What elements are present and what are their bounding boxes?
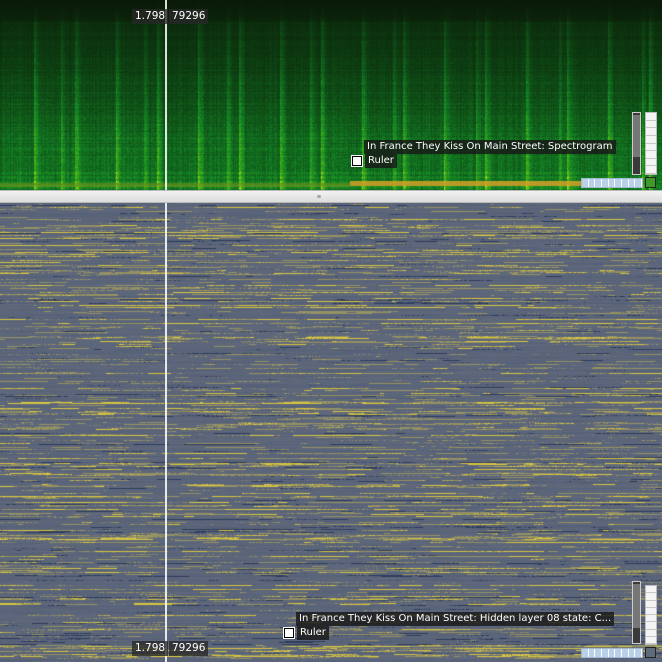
square-swatch-icon: [352, 156, 362, 166]
sonic-visualiser-window: 1.798 79296 In France They Kiss On Main …: [0, 0, 662, 662]
layer-name: In France They Kiss On Main Street: Spec…: [364, 140, 616, 154]
spectrogram-pane[interactable]: 1.798 79296 In France They Kiss On Main …: [0, 0, 662, 190]
zoom-reset-icon[interactable]: [645, 647, 656, 658]
layer-name: In France They Kiss On Main Street: Hidd…: [296, 612, 615, 626]
ruler-layer-label: Ruler: [365, 154, 397, 168]
vertical-zoom-thumb[interactable]: [633, 115, 640, 157]
hidden-layer-pane[interactable]: 1.798 79296 In France They Kiss On Main …: [0, 203, 662, 662]
square-swatch-icon: [284, 628, 294, 638]
zoom-reset-icon[interactable]: [645, 177, 656, 188]
playhead-line[interactable]: [165, 0, 167, 190]
ruler-value-right: 79296: [169, 641, 209, 656]
vertical-zoom-slider[interactable]: [632, 581, 641, 644]
ruler-value-right: 79296: [169, 9, 209, 24]
ruler-value-left: 1.798: [132, 9, 169, 24]
layer-caption: In France They Kiss On Main Street: Hidd…: [284, 612, 615, 640]
vertical-zoom-thumb[interactable]: [633, 584, 640, 628]
vertical-scale-widget[interactable]: [645, 112, 657, 175]
splitter-grip-icon[interactable]: [317, 195, 321, 198]
vertical-zoom-slider[interactable]: [632, 112, 641, 175]
layer-caption: In France They Kiss On Main Street: Spec…: [352, 140, 616, 168]
ruler-value-left: 1.798: [132, 641, 169, 656]
hidden-layer-heatmap-canvas[interactable]: [0, 203, 662, 662]
pane-splitter[interactable]: [0, 190, 662, 203]
horizontal-zoom-slider[interactable]: [581, 178, 643, 188]
ruler-layer-label: Ruler: [297, 626, 329, 640]
playhead-line[interactable]: [165, 203, 167, 662]
vertical-scale-widget[interactable]: [645, 585, 657, 645]
horizontal-zoom-slider[interactable]: [581, 648, 643, 658]
